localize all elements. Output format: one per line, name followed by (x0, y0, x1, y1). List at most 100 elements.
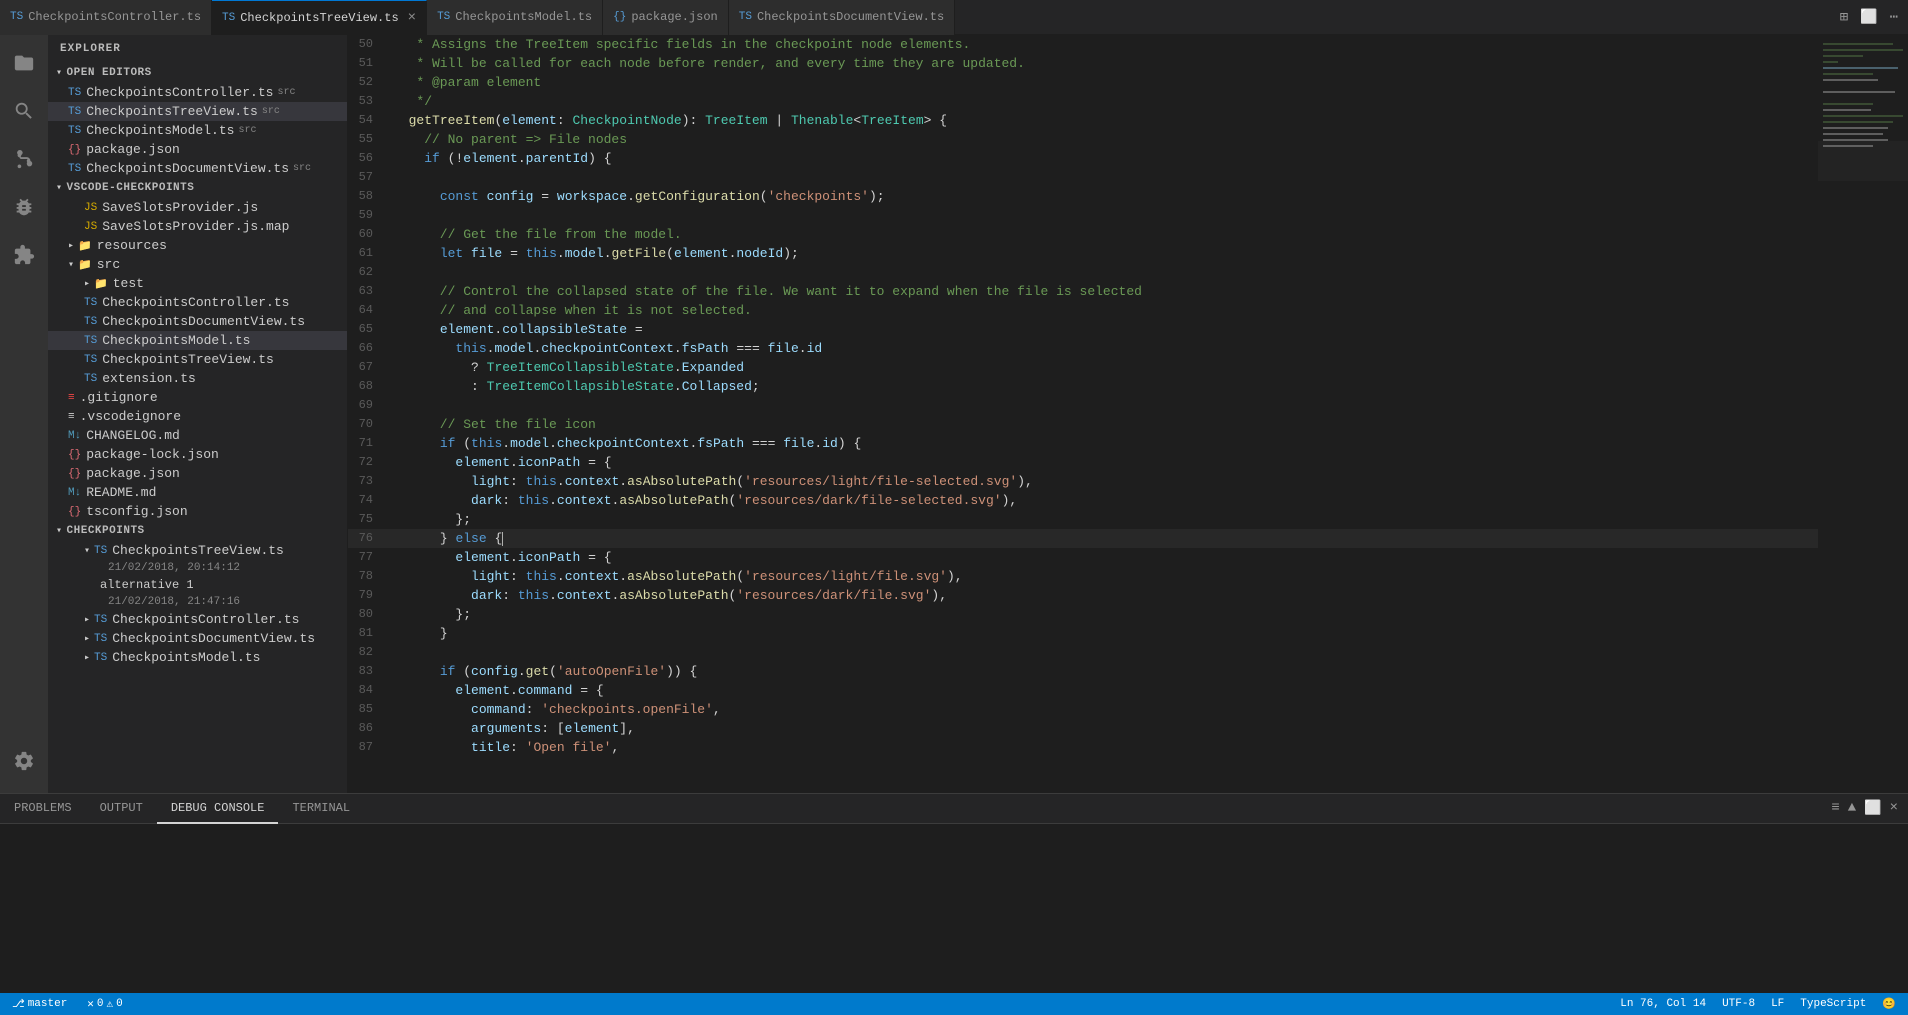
code-line-78: 78 light: this.context.asAbsolutePath('r… (348, 567, 1818, 586)
line-number: 66 (348, 339, 393, 358)
sidebar-item-changelog[interactable]: M↓ CHANGELOG.md (48, 426, 347, 445)
status-language[interactable]: TypeScript (1796, 997, 1870, 1011)
status-git-branch[interactable]: ⎇ master (8, 997, 71, 1011)
sidebar-item-checkpointsdocumentview[interactable]: TS CheckpointsDocumentView.ts src (48, 159, 347, 178)
code-line-86: 86 arguments: [element], (348, 719, 1818, 738)
open-editors-section[interactable]: ▾ OPEN EDITORS (48, 63, 347, 83)
json-icon: {} (613, 11, 626, 23)
code-line-55: 55 // No parent => File nodes (348, 130, 1818, 149)
panel-tab-terminal[interactable]: TERMINAL (278, 794, 364, 824)
status-feedback[interactable]: 😊 (1878, 997, 1900, 1011)
tab-close-button[interactable]: × (408, 11, 416, 25)
line-number: 71 (348, 434, 393, 453)
tabs-bar: TS CheckpointsController.ts TS Checkpoin… (0, 0, 1908, 35)
sidebar-item-packagejson[interactable]: {} package.json (48, 140, 347, 159)
tab-packagejson[interactable]: {} package.json (603, 0, 729, 35)
sidebar-item-checkpointscontroller[interactable]: TS CheckpointsController.ts src (48, 83, 347, 102)
sidebar-item-checkpointsdocumentview-ts[interactable]: TS CheckpointsDocumentView.ts (48, 312, 347, 331)
folder-label: resources (97, 238, 167, 253)
git-file-icon: ≡ (68, 392, 75, 404)
sidebar-item-package-lock[interactable]: {} package-lock.json (48, 445, 347, 464)
sidebar-checkpoint-treeview[interactable]: ▾ TS CheckpointsTreeView.ts (48, 541, 347, 560)
checkpoint-date-1[interactable]: 21/02/2018, 20:14:12 (48, 560, 347, 576)
activity-extensions[interactable] (0, 231, 48, 279)
panel-right-controls: ≡ ▲ ⬜ × (1829, 798, 1908, 819)
activity-files[interactable] (0, 39, 48, 87)
sidebar-item-saveslotsprovider-js[interactable]: JS SaveSlotsProvider.js (48, 198, 347, 217)
sidebar-item-gitignore[interactable]: ≡ .gitignore (48, 388, 347, 407)
status-errors[interactable]: ✕ 0 ⚠ 0 (83, 997, 126, 1011)
status-cursor-position[interactable]: Ln 76, Col 14 (1616, 997, 1710, 1011)
sidebar-item-checkpointsmodel[interactable]: TS CheckpointsModel.ts src (48, 121, 347, 140)
line-text: }; (393, 605, 1818, 624)
sidebar: EXPLORER ▾ OPEN EDITORS TS CheckpointsCo… (48, 35, 348, 793)
sidebar-item-readme[interactable]: M↓ README.md (48, 483, 347, 502)
status-encoding[interactable]: UTF-8 (1718, 997, 1759, 1011)
split-editor-button[interactable]: ⊞ (1836, 7, 1852, 28)
panel-maximize[interactable]: ▲ (1846, 798, 1858, 819)
ts-file-icon: TS (94, 545, 107, 557)
sidebar-checkpoint-documentview[interactable]: ▸ TS CheckpointsDocumentView.ts (48, 629, 347, 648)
encoding-label: UTF-8 (1722, 998, 1755, 1010)
line-number: 78 (348, 567, 393, 586)
sidebar-item-src-folder[interactable]: ▾ 📁 src (48, 255, 347, 274)
code-line-58: 58 const config = workspace.getConfigura… (348, 187, 1818, 206)
line-number: 50 (348, 35, 393, 54)
code-line-85: 85 command: 'checkpoints.openFile', (348, 700, 1818, 719)
panel-close[interactable]: × (1888, 798, 1900, 819)
sidebar-item-checkpointsmodel-ts[interactable]: TS CheckpointsModel.ts (48, 331, 347, 350)
line-number: 73 (348, 472, 393, 491)
sidebar-checkpoint-model[interactable]: ▸ TS CheckpointsModel.ts (48, 648, 347, 667)
filename-label: CheckpointsModel.ts (102, 333, 250, 348)
activity-bar (0, 35, 48, 793)
activity-settings[interactable] (0, 737, 48, 785)
line-text: light: this.context.asAbsolutePath('reso… (393, 567, 1818, 586)
code-line-62: 62 (348, 263, 1818, 282)
code-line-87: 87 title: 'Open file', (348, 738, 1818, 757)
more-actions-button[interactable]: ⋯ (1886, 7, 1902, 28)
status-line-ending[interactable]: LF (1767, 997, 1788, 1011)
sidebar-item-vscodeignore[interactable]: ≡ .vscodeignore (48, 407, 347, 426)
code-line-64: 64 // and collapse when it is not select… (348, 301, 1818, 320)
code-line-77: 77 element.iconPath = { (348, 548, 1818, 567)
tab-checkpointscontroller[interactable]: TS CheckpointsController.ts (0, 0, 212, 35)
activity-debug[interactable] (0, 183, 48, 231)
chevron-right-icon: ▸ (84, 652, 90, 664)
panel-tab-problems[interactable]: PROBLEMS (0, 794, 86, 824)
line-number: 80 (348, 605, 393, 624)
tab-checkpointsdocumentview[interactable]: TS CheckpointsDocumentView.ts (729, 0, 955, 35)
tab-checkpointsmodel[interactable]: TS CheckpointsModel.ts (427, 0, 603, 35)
sidebar-item-saveslotsprovider-map[interactable]: JS SaveSlotsProvider.js.map (48, 217, 347, 236)
panel-toggle-wordwrap[interactable]: ≡ (1829, 798, 1841, 819)
line-text: dark: this.context.asAbsolutePath('resou… (393, 491, 1818, 510)
panel-tab-output[interactable]: OUTPUT (86, 794, 157, 824)
sidebar-item-tsconfig[interactable]: {} tsconfig.json (48, 502, 347, 521)
filename-label: CheckpointsDocumentView.ts (112, 631, 315, 646)
line-text: dark: this.context.asAbsolutePath('resou… (393, 586, 1818, 605)
line-text: } (393, 624, 1818, 643)
vscode-checkpoints-section[interactable]: ▾ VSCODE-CHECKPOINTS (48, 178, 347, 198)
checkpoint-alt-1[interactable]: alternative 1 (48, 576, 347, 594)
sidebar-checkpoint-controller[interactable]: ▸ TS CheckpointsController.ts (48, 610, 347, 629)
code-content: 50 * Assigns the TreeItem specific field… (348, 35, 1818, 757)
activity-search[interactable] (0, 87, 48, 135)
sidebar-item-package-json[interactable]: {} package.json (48, 464, 347, 483)
panel-tab-debug-console[interactable]: DEBUG CONSOLE (157, 794, 279, 824)
checkpoint-date-2[interactable]: 21/02/2018, 21:47:16 (48, 594, 347, 610)
code-editor[interactable]: 50 * Assigns the TreeItem specific field… (348, 35, 1818, 793)
ts-icon: TS (739, 11, 752, 23)
sidebar-item-resources-folder[interactable]: ▸ 📁 resources (48, 236, 347, 255)
panel-layout[interactable]: ⬜ (1862, 798, 1883, 819)
sidebar-item-extension-ts[interactable]: TS extension.ts (48, 369, 347, 388)
line-number: 70 (348, 415, 393, 434)
activity-git[interactable] (0, 135, 48, 183)
tab-checkpointstreeview[interactable]: TS CheckpointsTreeView.ts × (212, 0, 427, 35)
filename-label: .vscodeignore (80, 409, 181, 424)
checkpoints-section[interactable]: ▾ CHECKPOINTS (48, 521, 347, 541)
toggle-layout-button[interactable]: ⬜ (1856, 7, 1881, 28)
sidebar-item-checkpointstreeview[interactable]: TS CheckpointsTreeView.ts src (48, 102, 347, 121)
chevron-down-icon: ▾ (56, 67, 63, 79)
sidebar-item-test-folder[interactable]: ▸ 📁 test (48, 274, 347, 293)
sidebar-item-checkpointstreeview-ts[interactable]: TS CheckpointsTreeView.ts (48, 350, 347, 369)
sidebar-item-checkpointscontroller-ts[interactable]: TS CheckpointsController.ts (48, 293, 347, 312)
